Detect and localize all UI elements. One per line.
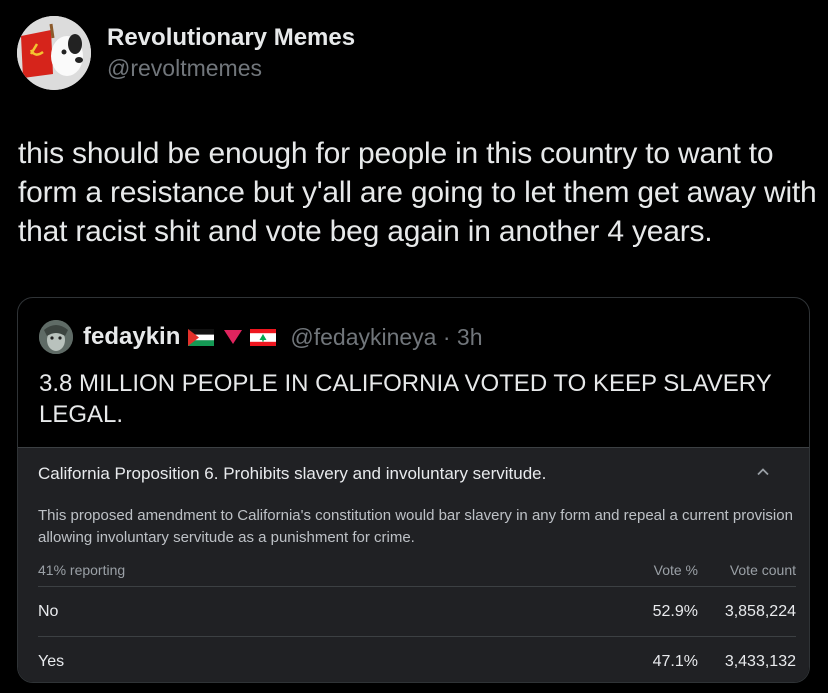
results-card-title: California Proposition 6. Prohibits slav… (38, 464, 547, 483)
reporting-status: 41% reporting (38, 562, 126, 578)
quoted-author-name[interactable]: fedaykin (83, 323, 180, 351)
quoted-tweet[interactable]: fedaykin @fedaykineya · 3h 3.8 MILLION P… (17, 297, 810, 683)
vote-percent: 52.9% (652, 603, 698, 620)
table-row: Yes 47.1% 3,433,132 (38, 636, 796, 682)
quoted-tweet-text: 3.8 MILLION PEOPLE IN CALIFORNIA VOTED T… (39, 370, 772, 428)
tweet-text: this should be enough for people in this… (18, 137, 817, 248)
palestine-flag-icon (188, 328, 215, 346)
author-handle[interactable]: @revoltmemes (107, 53, 355, 83)
table-row: No 52.9% 3,858,224 (38, 586, 796, 636)
results-header-row: 41% reporting Vote % Vote count (38, 562, 796, 580)
quoted-author-avatar[interactable] (39, 320, 73, 354)
tweet-author[interactable]: Revolutionary Memes @revoltmemes (17, 16, 355, 90)
results-card-description: This proposed amendment to California's … (38, 507, 793, 546)
author-display-name[interactable]: Revolutionary Memes (107, 23, 355, 53)
option-label: Yes (38, 653, 65, 670)
snoopy-soviet-flag-avatar-icon[interactable] (17, 16, 91, 90)
lebanon-flag-icon (250, 328, 277, 346)
option-label: No (38, 603, 59, 620)
quoted-handle-time[interactable]: @fedaykineya · 3h (290, 324, 482, 351)
chevron-up-icon[interactable] (757, 466, 769, 478)
vote-count: 3,433,132 (724, 653, 796, 670)
vote-count: 3,858,224 (724, 603, 796, 620)
vote-percent: 47.1% (652, 653, 698, 670)
quoted-tweet-header: fedaykin @fedaykineya · 3h (39, 320, 483, 354)
red-triangle-icon (224, 330, 243, 344)
column-header-vote-count: Vote count (729, 562, 796, 578)
election-results-card[interactable]: California Proposition 6. Prohibits slav… (18, 447, 809, 682)
column-header-vote-pct: Vote % (653, 562, 698, 578)
